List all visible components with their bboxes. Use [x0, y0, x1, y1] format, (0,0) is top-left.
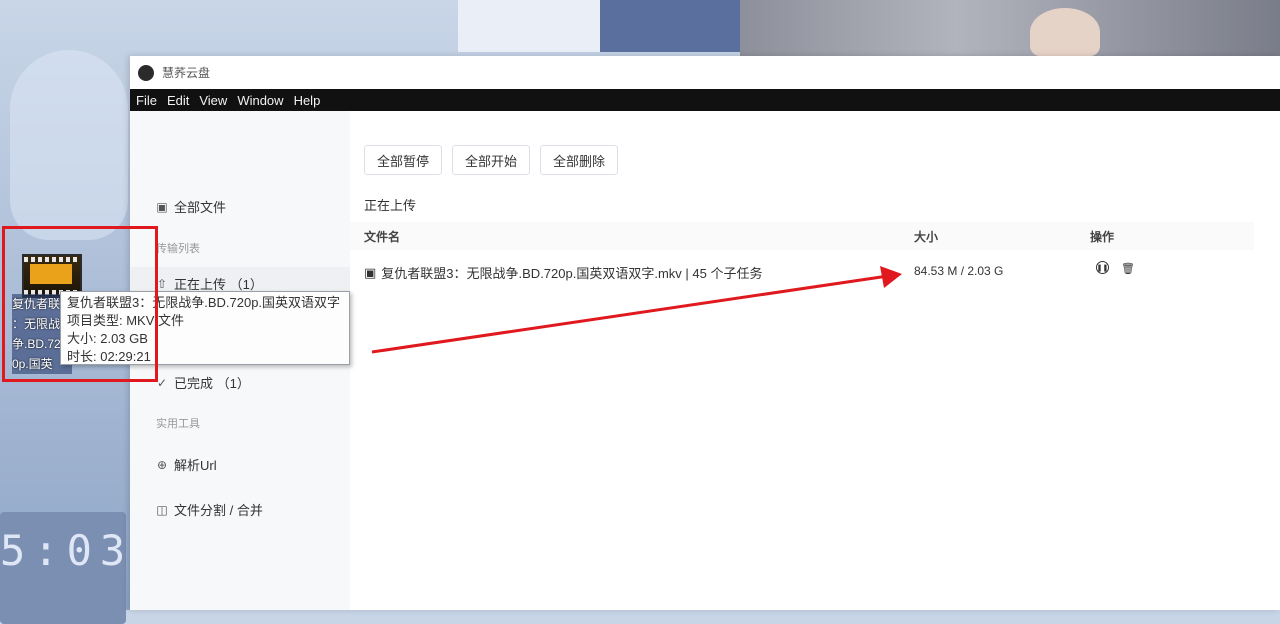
sidebar-item-completed[interactable]: ✓ 已完成 （1） — [156, 373, 250, 392]
row-file-name: 复仇者联盟3：无限战争.BD.720p.国英双语双字.mkv | 45 个子任务 — [381, 266, 763, 281]
menu-bar: File Edit View Window Help — [130, 89, 1280, 111]
start-all-button[interactable]: 全部开始 — [452, 145, 531, 175]
menu-file[interactable]: File — [134, 93, 165, 108]
sidebar-item-parse-url[interactable]: ⊕ 解析Url — [156, 455, 217, 474]
sidebar-item-all-files[interactable]: ▣ 全部文件 — [156, 197, 226, 216]
wallpaper-strip — [600, 0, 740, 52]
title-bar[interactable]: 慧荞云盘 — [130, 56, 1280, 89]
highlight-box — [2, 226, 158, 382]
trash-icon[interactable]: 🗑 — [1121, 261, 1135, 275]
wallpaper-ear — [1030, 8, 1100, 56]
app-logo-icon — [138, 64, 154, 81]
menu-help[interactable]: Help — [292, 93, 329, 108]
row-size: 84.53 M / 2.03 G — [914, 264, 1004, 278]
sidebar-item-label: 解析Url — [174, 458, 217, 473]
section-title: 正在上传 — [364, 198, 417, 213]
wallpaper-cat — [10, 50, 128, 240]
table-row[interactable]: ▣ 复仇者联盟3：无限战争.BD.720p.国英双语双字.mkv | 45 个子… — [364, 263, 762, 282]
sidebar-item-label: 文件分割 / 合并 — [174, 503, 263, 518]
folder-icon: ▣ — [156, 199, 168, 214]
column-name: 文件名 — [364, 230, 401, 244]
wallpaper-panel — [458, 0, 608, 52]
column-actions: 操作 — [1090, 230, 1115, 244]
column-size: 大小 — [914, 230, 939, 244]
row-actions: ❚❚ 🗑 — [1096, 261, 1135, 275]
delete-all-button[interactable]: 全部删除 — [540, 145, 619, 175]
sidebar-section-tools: 实用工具 — [156, 418, 200, 430]
menu-window[interactable]: Window — [235, 93, 291, 108]
split-icon: ◫ — [156, 502, 168, 517]
sidebar-item-label: 已完成 （1） — [174, 376, 250, 391]
window-title: 慧荞云盘 — [162, 66, 211, 80]
pause-icon[interactable]: ❚❚ — [1096, 261, 1109, 274]
sidebar-item-split-merge[interactable]: ◫ 文件分割 / 合并 — [156, 500, 263, 519]
wallpaper-clock: 5:03 — [0, 512, 126, 624]
menu-view[interactable]: View — [197, 93, 235, 108]
toolbar: 全部暂停 全部开始 全部删除 — [364, 145, 619, 175]
menu-edit[interactable]: Edit — [165, 93, 197, 108]
sidebar-section-transfer: 传输列表 — [156, 243, 200, 255]
wallpaper-character — [740, 0, 1280, 56]
pause-all-button[interactable]: 全部暂停 — [364, 145, 443, 175]
main-panel: 全部暂停 全部开始 全部删除 正在上传 文件名 大小 操作 ▣ 复仇者联盟3：无… — [350, 111, 1280, 610]
file-icon: ▣ — [364, 264, 377, 280]
link-icon: ⊕ — [156, 457, 168, 472]
sidebar-item-label: 全部文件 — [174, 200, 227, 215]
table-header — [350, 222, 1254, 250]
